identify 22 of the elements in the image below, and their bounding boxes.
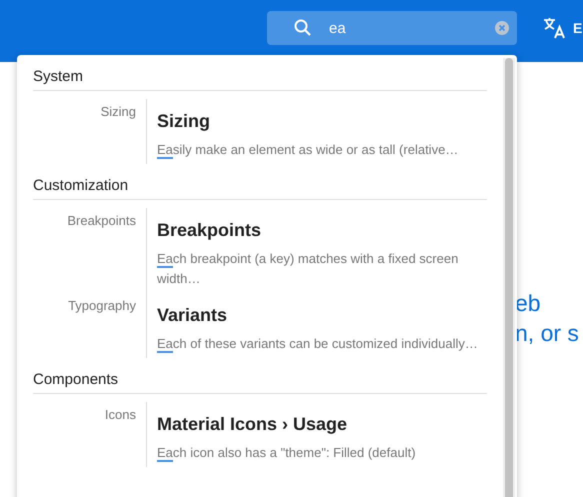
result-category: Typography — [67, 297, 137, 315]
result-category: Breakpoints — [66, 212, 137, 230]
result-description: Easily make an element as wide or as tall (relative… — [157, 141, 460, 160]
search-result[interactable]: Sizing Easily make an element as wide or as tall (relative… — [146, 99, 487, 164]
result-description: Each icon also has a "theme": Filled (default) — [157, 444, 417, 463]
search-query: ea — [329, 20, 347, 36]
search-result[interactable]: Material Icons › Usage Each icon also has a "theme": Filled (default) — [146, 402, 487, 467]
section-heading: Customization — [33, 164, 487, 200]
result-title: Sizing — [157, 110, 211, 133]
result-description: Each of these variants can be customized individually… — [157, 335, 479, 354]
result-category: Icons — [104, 406, 137, 424]
result-description: Each breakpoint (a key) matches with a fixed screen width… — [157, 250, 460, 288]
result-category: Sizing — [100, 103, 137, 121]
result-title: Material Icons › Usage — [157, 413, 348, 436]
search-result[interactable]: Variants Each of these variants can be customized individually… — [146, 293, 487, 358]
result-title: Variants — [157, 304, 228, 327]
result-title: Breakpoints — [157, 219, 262, 242]
search-result[interactable]: Breakpoints Each breakpoint (a key) matches with a fixed screen width… — [146, 208, 487, 293]
language-label[interactable]: E — [573, 20, 582, 36]
body-text: eb — [515, 289, 542, 318]
section-heading: Components — [33, 358, 487, 394]
section-heading: System — [33, 55, 487, 91]
